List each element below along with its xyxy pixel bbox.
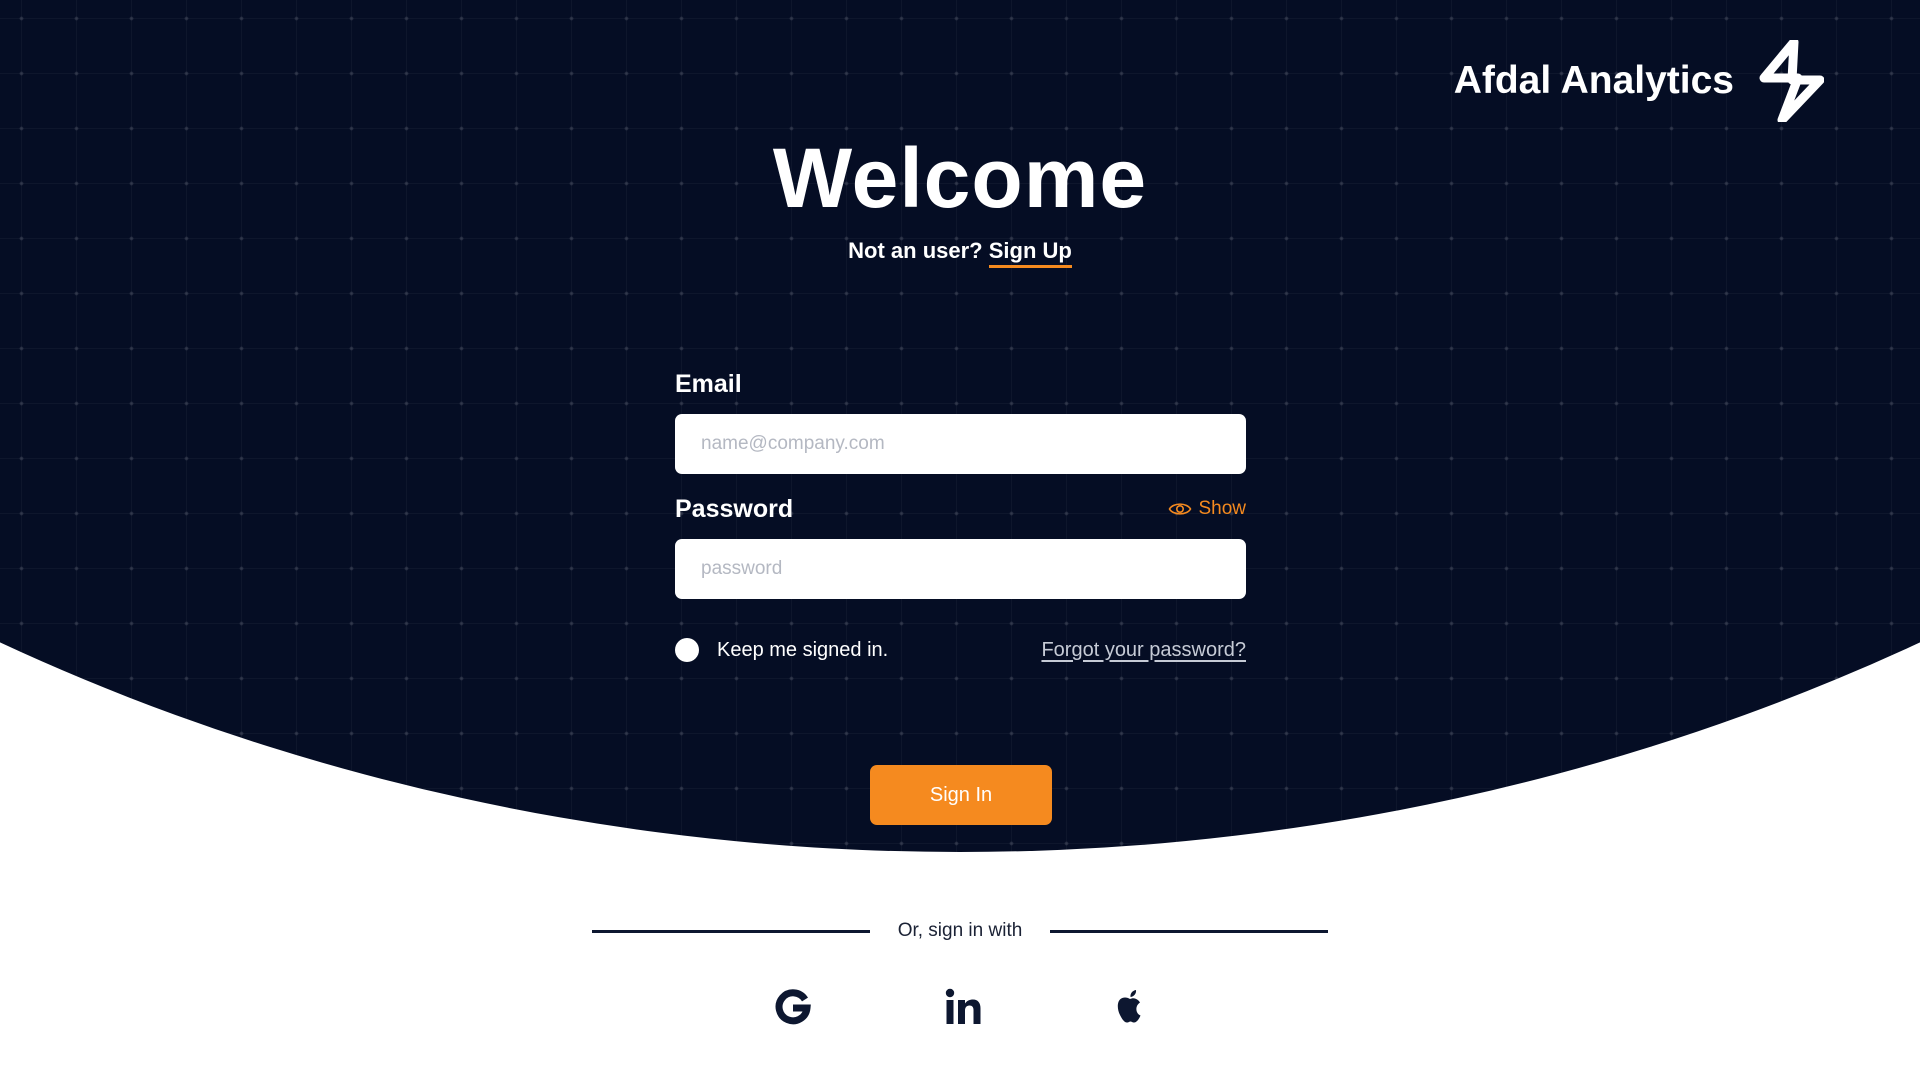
email-label: Email <box>675 369 742 398</box>
password-label-row: Password Show <box>675 491 1246 527</box>
keep-signed-in-label: Keep me signed in. <box>717 638 889 661</box>
social-divider-label: Or, sign in with <box>897 920 1023 941</box>
email-field[interactable] <box>675 414 1246 474</box>
divider-line-left <box>592 929 870 933</box>
apple-sign-in-button[interactable] <box>1105 982 1155 1032</box>
signup-prompt-text: Not an user? <box>848 238 983 263</box>
login-form: Email Password Show Keep me signed in. F… <box>675 366 1246 665</box>
forgot-password-link[interactable]: Forgot your password? <box>1041 639 1246 662</box>
social-login-row <box>0 982 1920 1032</box>
divider-line-right <box>1049 929 1328 933</box>
sign-in-button[interactable]: Sign In <box>870 765 1052 825</box>
signup-prompt-row: Not an user? Sign Up <box>0 238 1920 268</box>
google-icon <box>775 989 811 1025</box>
password-label: Password <box>675 494 794 523</box>
brand-header: Afdal Analytics <box>1454 40 1824 122</box>
lightning-bolt-icon <box>1759 40 1824 122</box>
sign-up-link[interactable]: Sign Up <box>988 238 1072 268</box>
form-options-row: Keep me signed in. Forgot your password? <box>675 635 1246 665</box>
password-field[interactable] <box>675 539 1246 599</box>
page-title: Welcome <box>772 131 1148 225</box>
brand-name: Afdal Analytics <box>1453 59 1734 102</box>
login-page: Afdal Analytics Welcome Not an user? Sig… <box>0 0 1920 1080</box>
show-password-toggle[interactable]: Show <box>1168 498 1246 520</box>
email-label-row: Email <box>675 366 1246 402</box>
apple-icon <box>1117 990 1141 1023</box>
eye-icon <box>1169 503 1192 515</box>
linkedin-icon <box>945 988 981 1024</box>
keep-signed-in-checkbox[interactable] <box>675 638 699 662</box>
social-divider: Or, sign in with <box>592 920 1328 942</box>
google-sign-in-button[interactable] <box>768 982 818 1032</box>
show-password-label: Show <box>1198 498 1246 519</box>
keep-signed-in-option[interactable]: Keep me signed in. <box>675 638 888 662</box>
linkedin-sign-in-button[interactable] <box>938 982 988 1032</box>
